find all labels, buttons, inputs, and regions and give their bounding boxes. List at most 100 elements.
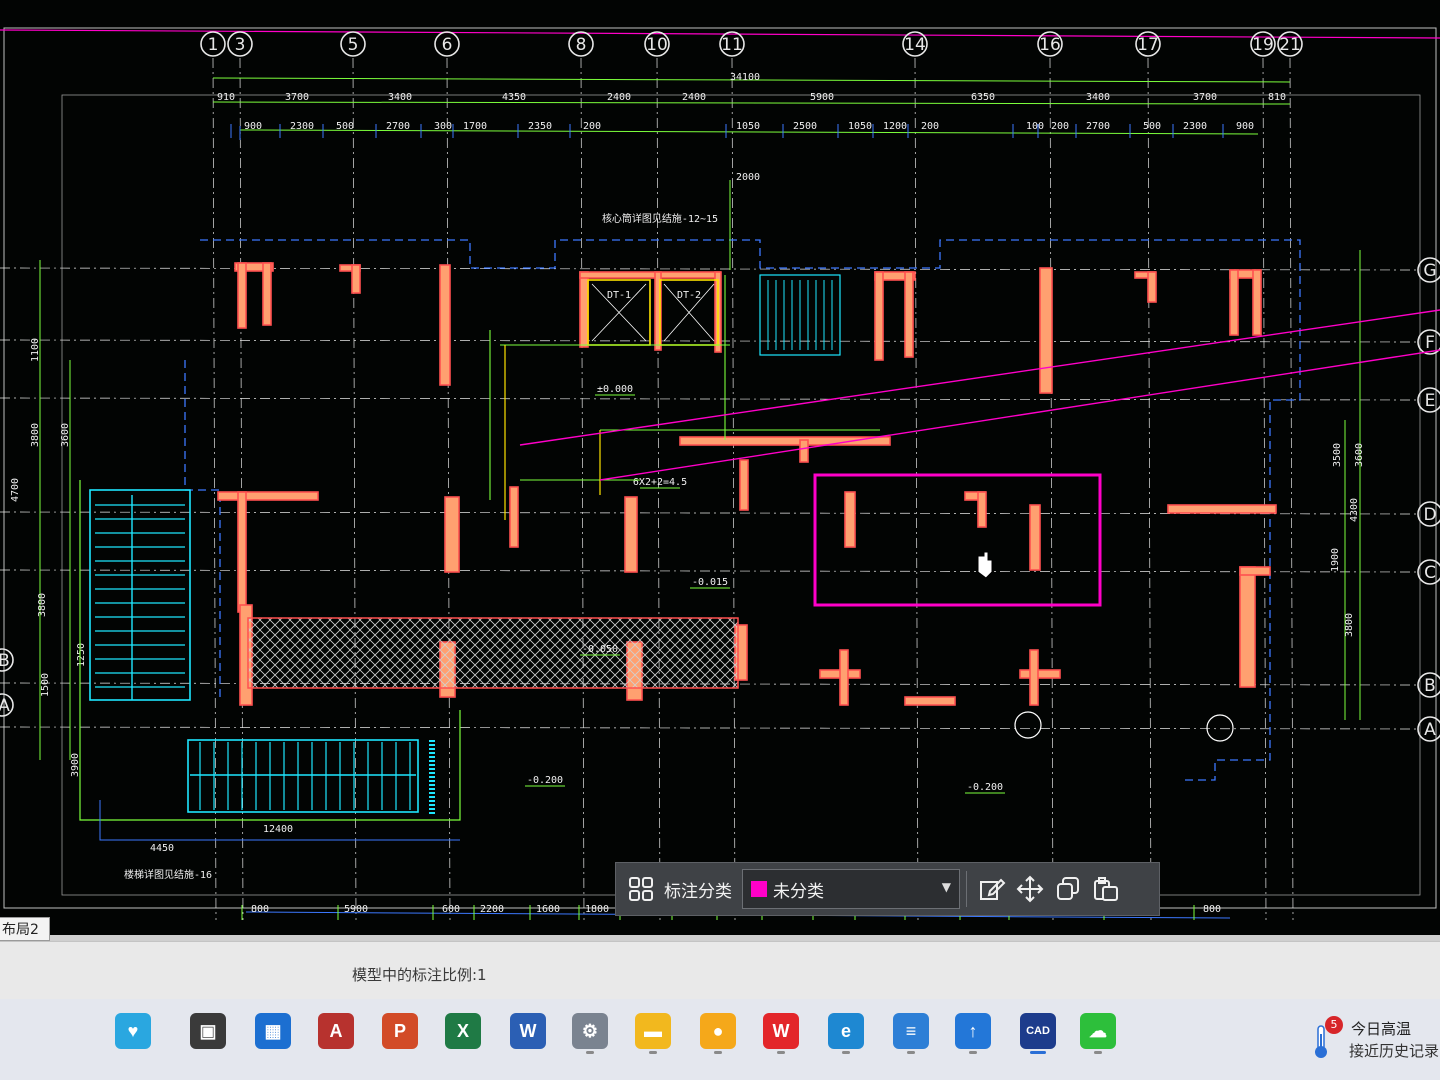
wall-segment-15 [1147,271,1157,303]
coin-app-icon[interactable]: ● [700,1013,736,1049]
axis-label-F: F [1425,333,1435,353]
wechat-icon[interactable]: ☁ [1080,1013,1116,1049]
stair-note: 楼梯详图见结施-16 [124,868,212,881]
wall-segment-33 [1239,566,1271,576]
dim-right-1: 3600 [1354,443,1365,467]
dim-row2-14: 200 [1051,121,1069,132]
dim-row2-10: 1050 [848,121,872,132]
dim-row2-3: 2700 [386,121,410,132]
layout-tab[interactable]: 布局2 [0,917,50,941]
level-mark-2: -0.015 [692,577,728,588]
wall-segment-25 [739,459,749,511]
wall-segment-18 [1252,269,1262,336]
axis-line-F [0,339,1421,343]
cad-app-icon[interactable]: CAD [1020,1013,1056,1049]
cad-drawing-canvas[interactable]: 1 3 5 6 8 10 11 14 16 17 19 21 G F E D C B A B A 34100 910 3700… [0,0,1440,935]
wall-segment-21 [444,496,460,573]
running-indicator [907,1051,915,1054]
grid-icon[interactable] [622,870,660,908]
axis-line-C [0,569,1421,573]
annotation-scale-text: 模型中的标注比例:1 [352,966,487,984]
weather-subtitle: 接近历史记录 [1349,1042,1440,1060]
store-icon[interactable]: ▦ [255,1013,291,1049]
wall-segment-1 [262,262,272,326]
file-explorer-icon[interactable]: ▬ [635,1013,671,1049]
wall-segment-6 [579,271,589,348]
column-circle-2 [1206,714,1234,742]
category-selected-value: 未分类 [773,881,824,902]
overall-dimension: 34100 [730,72,760,83]
dim-row2-5: 1700 [463,121,487,132]
dim-row1-9: 3700 [1193,92,1217,103]
axis-label-3: 3 [235,35,246,55]
axis-line-16 [1049,57,1054,921]
axis-label-17: 17 [1137,35,1159,55]
elevator-label-1: DT-1 [607,290,631,301]
excel-icon[interactable]: X [445,1013,481,1049]
move-icon[interactable] [1011,870,1049,908]
drawing-border [3,27,1437,909]
wall-segment-12 [904,271,914,358]
dim-row2-7: 200 [583,121,601,132]
wps-icon[interactable]: W [763,1013,799,1049]
layout-tab-label[interactable]: 布局2 [2,922,39,938]
left-room-dimension: 4450 [150,843,174,854]
wall-segment-41 [1029,649,1039,706]
wall-segment-40 [1019,669,1061,679]
dim-row2-9: 2500 [793,121,817,132]
dim-right-4: 3800 [1344,613,1355,637]
stair-left-outline [89,489,191,701]
running-indicator [842,1051,850,1054]
axis-line-19 [1262,57,1267,921]
axis-label-1: 1 [208,35,219,55]
running-indicator [777,1051,785,1054]
level-mark-0: -0.200 [527,775,563,786]
dim-row1-2: 3400 [388,92,412,103]
task-view-icon[interactable]: ▣ [190,1013,226,1049]
dim-left-7: 3900 [70,753,81,777]
upload-app-icon[interactable]: ↑ [955,1013,991,1049]
dim-row2-11: 1200 [883,121,907,132]
weather-widget[interactable]: 5 今日高温 接近历史记录 [1305,1014,1440,1064]
edge-icon[interactable]: e [828,1013,864,1049]
wall-segment-26 [799,439,809,463]
running-indicator [1030,1051,1046,1054]
word-icon[interactable]: W [510,1013,546,1049]
wall-segment-13 [1039,267,1053,394]
dim-row1-8: 3400 [1086,92,1110,103]
access-icon[interactable]: A [318,1013,354,1049]
category-color-swatch [751,881,767,897]
dim-bottom-1: 5900 [344,904,368,915]
health-app-icon[interactable]: ♥ [115,1013,151,1049]
axis-label-5: 5 [348,35,359,55]
dim-row2-12: 200 [921,121,939,132]
running-indicator [586,1051,594,1054]
taskbar: ♥ ▣ ▦ A P X W ⚙ ▬ ● We ≡ ↑ CAD ☁ 5 今日高温 接近历史记录 [0,999,1440,1080]
annotation-toolbar: 标注分类 未分类 ▼ [615,862,1160,916]
paste-icon[interactable] [1087,870,1125,908]
settings-icon[interactable]: ⚙ [572,1013,608,1049]
edit-icon[interactable] [973,870,1011,908]
axis-label-E: E [1425,391,1436,411]
running-indicator [969,1051,977,1054]
axis-line-11 [731,57,736,921]
annotation-category-dropdown[interactable]: 未分类 ▼ [742,869,960,909]
status-bar: 模型中的标注比例:1 [0,941,1440,1000]
axis-label-14: 14 [904,35,926,55]
dim-right-2: 4300 [1349,498,1360,522]
wall-segment-11 [874,271,884,361]
dim-left-4: 3800 [37,593,48,617]
dim-row2-6: 2350 [528,121,552,132]
axis-label-21: 21 [1279,35,1301,55]
notes-icon[interactable]: ≡ [893,1013,929,1049]
dim-left-6: 1500 [40,673,51,697]
chevron-down-icon: ▼ [941,880,951,894]
copy-icon[interactable] [1049,870,1087,908]
wall-segment-23 [624,496,638,573]
powerpoint-icon[interactable]: P [382,1013,418,1049]
axis-line-17 [1147,57,1152,921]
floor-plan-drawing[interactable]: 1 3 5 6 8 10 11 14 16 17 19 21GFEDCBABA34100910 3700… [0,0,1440,935]
axis-label-8: 8 [576,35,587,55]
notification-badge: 5 [1325,1016,1343,1034]
wall-segment-19 [217,491,319,501]
